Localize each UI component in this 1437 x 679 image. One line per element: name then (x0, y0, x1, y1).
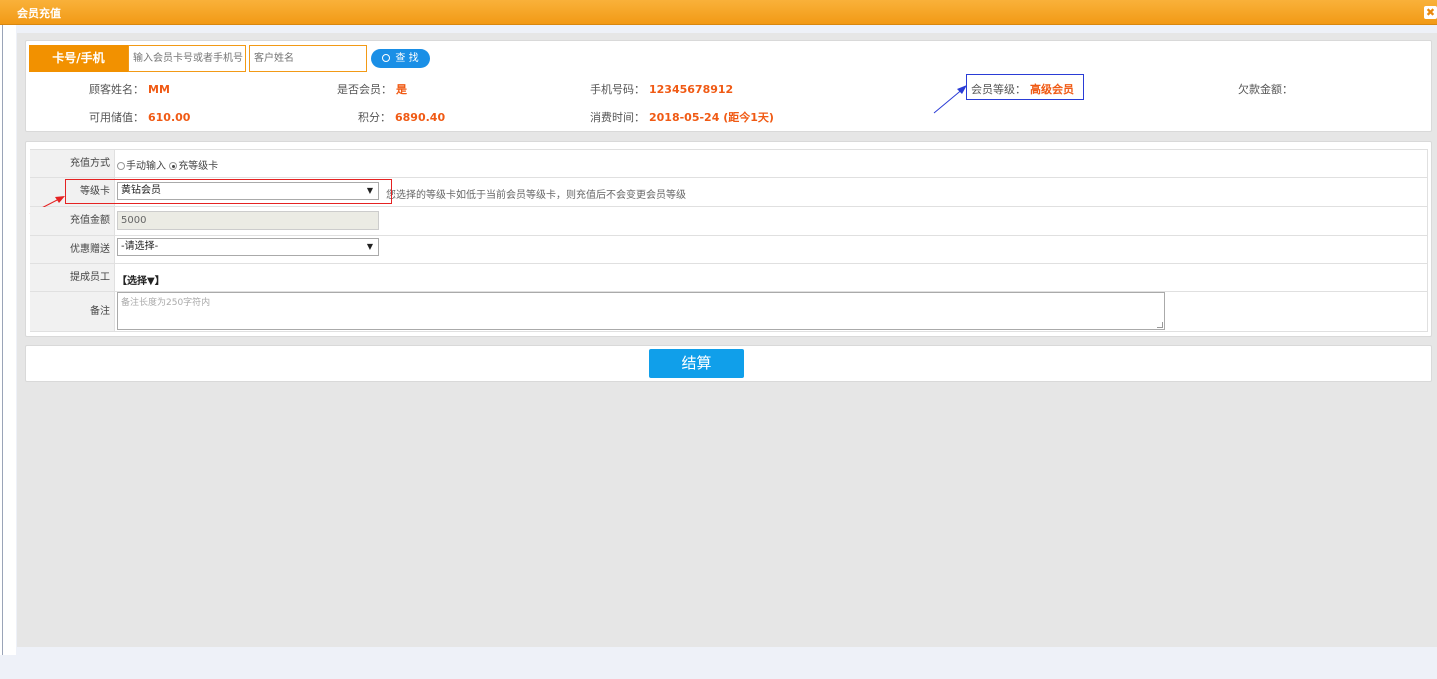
points: 积分： 6890.40 (358, 111, 446, 124)
form-right-border (1427, 149, 1428, 332)
promo-label: 优惠赠送 (30, 236, 115, 263)
resize-handle-icon[interactable] (1157, 322, 1163, 328)
dialog-titlebar: 会员充值 ✖ (0, 0, 1437, 25)
blue-arrow-icon (933, 85, 967, 114)
level-card-radio[interactable] (169, 162, 178, 170)
available-balance: 可用储值： 610.00 (89, 111, 191, 124)
consumption-time: 消费时间： 2018-05-24 (距今1天) (590, 111, 774, 124)
dropdown-arrow-icon: ▼ (366, 242, 373, 251)
promo-select[interactable]: -请选择- ▼ (117, 238, 379, 256)
amount-label: 充值金额 (30, 207, 115, 235)
member-recharge-dialog: 会员充值 ✖ 卡号/手机 查 找 顾客姓名：MM 是否会员：是 手机号码：123… (0, 0, 1437, 655)
card-number-input[interactable] (128, 45, 246, 72)
manual-input-label: 手动输入 (126, 161, 166, 172)
customer-name: 顾客姓名： MM (89, 83, 170, 96)
staff-select-link[interactable]: 【选择▼】 (117, 272, 165, 287)
is-member: 是否会员：是 (337, 83, 407, 96)
method-label: 充值方式 (30, 150, 115, 177)
debt-amount: 欠款金额： (1238, 83, 1293, 96)
level-card-highlight-box (65, 179, 392, 204)
amount-input[interactable]: 5000 (117, 211, 379, 230)
dialog-title: 会员充值 (17, 7, 61, 20)
staff-label: 提成员工 (30, 264, 115, 291)
remark-label: 备注 (30, 292, 115, 331)
card-phone-label: 卡号/手机 (29, 45, 128, 72)
level-card-hint: 您选择的等级卡如低于当前会员等级卡，则充值后不会变更会员等级 (386, 190, 686, 201)
form-row-method: 充值方式 (30, 149, 1427, 178)
bottom-bar (0, 655, 1437, 679)
close-icon[interactable]: ✖ (1424, 6, 1437, 19)
remark-textarea[interactable]: 备注长度为250字符内 (117, 292, 1165, 330)
manual-input-radio[interactable] (117, 162, 125, 170)
search-button-label: 查 找 (395, 53, 419, 64)
level-highlight-box (966, 74, 1084, 100)
form-row-staff: 提成员工 (30, 264, 1427, 292)
checkout-button[interactable]: 结算 (649, 349, 744, 378)
search-icon (382, 54, 391, 62)
search-button[interactable]: 查 找 (371, 49, 430, 68)
phone-number: 手机号码： 12345678912 (590, 83, 734, 96)
customer-name-input[interactable] (249, 45, 367, 72)
method-options: 手动输入 充等级卡 (117, 157, 218, 172)
level-card-option-label: 充等级卡 (178, 161, 219, 172)
